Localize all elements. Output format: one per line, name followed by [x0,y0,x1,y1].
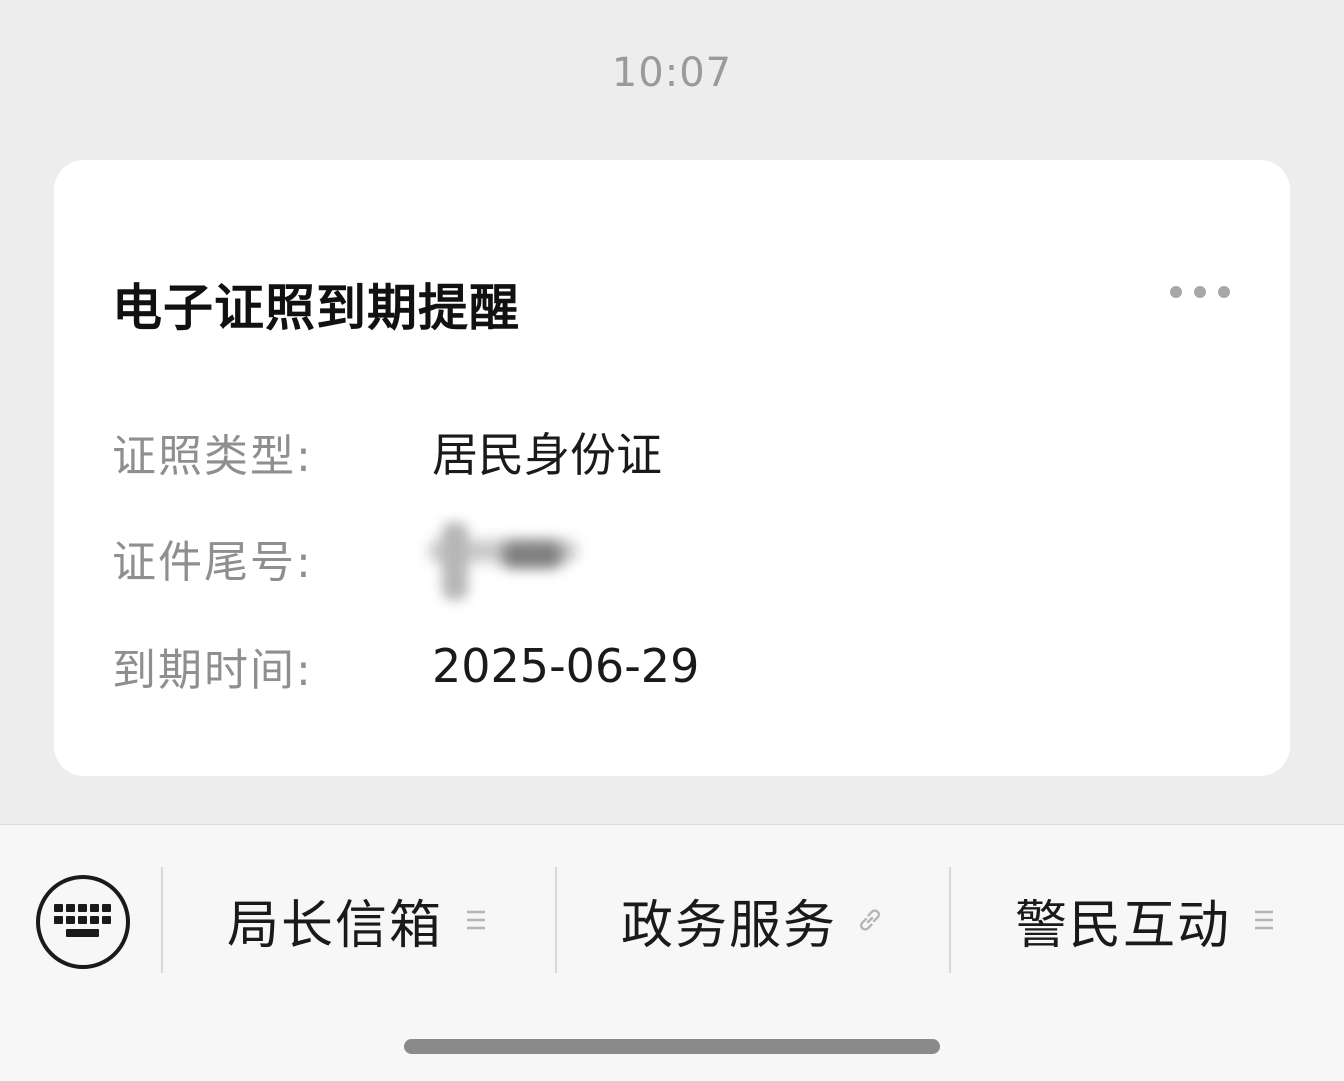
more-options-icon[interactable] [1170,286,1230,298]
expiry-reminder-card[interactable]: 电子证照到期提醒 证照类型: 居民身份证 证件尾号: 到期时间: 2025-06… [54,160,1290,776]
field-label: 证件尾号: [112,537,313,588]
field-value: 居民身份证 [432,428,662,482]
menu-item-government-services[interactable]: 政务服务 [557,867,949,973]
field-row-expiry-date: 到期时间: 2025-06-29 [112,636,699,696]
dot [1218,286,1230,298]
field-label: 到期时间: [112,645,313,696]
field-label: 证照类型: [112,431,313,482]
keyboard-icon[interactable] [36,875,130,969]
field-row-license-type: 证照类型: 居民身份证 [112,422,662,482]
card-title: 电子证照到期提醒 [112,279,520,337]
dot [1194,286,1206,298]
message-timestamp: 10:07 [611,50,733,96]
menu-item-police-interaction[interactable]: 警民互动 [951,867,1343,973]
submenu-lines-icon [1249,905,1279,935]
menu-label: 警民互动 [1014,895,1231,956]
field-row-id-suffix: 证件尾号: [112,522,612,600]
field-value: 2025-06-29 [432,639,700,693]
menu-item-director-mailbox[interactable]: 局长信箱 [163,867,555,973]
menu-label: 局长信箱 [226,895,443,956]
home-indicator[interactable] [404,1039,940,1054]
redacted-value [428,522,612,600]
submenu-lines-icon [461,905,491,935]
dot [1170,286,1182,298]
menu-label: 政务服务 [620,895,837,956]
link-icon [855,905,885,935]
